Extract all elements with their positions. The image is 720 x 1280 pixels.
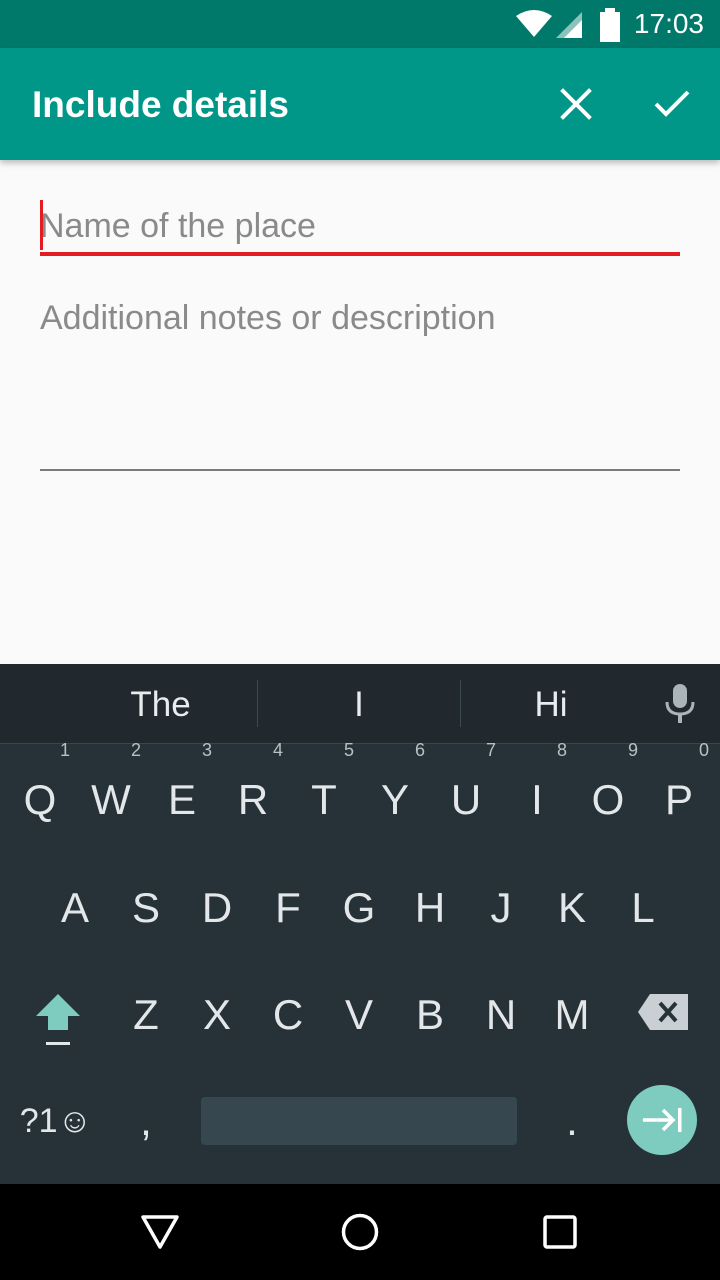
- close-button[interactable]: [548, 76, 604, 132]
- key-g[interactable]: G: [327, 884, 391, 932]
- key-o[interactable]: O: [576, 776, 640, 824]
- battery-icon: [600, 8, 620, 42]
- wifi-icon: [516, 10, 552, 37]
- enter-icon: [643, 1108, 682, 1132]
- details-form: Name of the place Additional notes or de…: [0, 160, 720, 664]
- suggestion-2[interactable]: I: [258, 664, 460, 743]
- recents-button[interactable]: [530, 1202, 590, 1262]
- shift-key[interactable]: [22, 984, 94, 1056]
- key-u[interactable]: U: [434, 776, 498, 824]
- place-name-placeholder: Name of the place: [40, 207, 316, 245]
- home-icon: [341, 1213, 379, 1251]
- notes-underline: [40, 469, 680, 471]
- key-w[interactable]: W: [79, 776, 143, 824]
- key-f[interactable]: F: [256, 884, 320, 932]
- navigation-bar: [0, 1184, 720, 1280]
- mic-icon: [665, 684, 695, 723]
- notes-placeholder: Additional notes or description: [40, 299, 496, 337]
- key-hint-8: 8: [557, 740, 568, 760]
- key-hint-1: 1: [60, 740, 71, 760]
- key-q[interactable]: Q: [8, 776, 72, 824]
- key-h[interactable]: H: [398, 884, 462, 932]
- confirm-button[interactable]: [644, 76, 700, 132]
- key-c[interactable]: C: [256, 991, 320, 1039]
- space-key[interactable]: [201, 1097, 517, 1145]
- key-hint-3: 3: [202, 740, 213, 760]
- backspace-icon: [638, 994, 688, 1030]
- key-z[interactable]: Z: [114, 991, 178, 1039]
- key-n[interactable]: N: [469, 991, 533, 1039]
- key-m[interactable]: M: [540, 991, 604, 1039]
- key-p[interactable]: P: [647, 776, 711, 824]
- check-icon: [654, 90, 690, 117]
- status-time: 17:03: [633, 8, 704, 39]
- key-y[interactable]: Y: [363, 776, 427, 824]
- key-s[interactable]: S: [114, 884, 178, 932]
- period-key[interactable]: .: [540, 1097, 604, 1145]
- recents-icon: [543, 1215, 577, 1249]
- soft-keyboard: The I Hi Q1W2E3R4T5Y6U7I8O9P0 ASDFGHJKL …: [0, 664, 720, 1184]
- text-cursor: [40, 200, 43, 250]
- key-x[interactable]: X: [185, 991, 249, 1039]
- key-hint-9: 9: [628, 740, 639, 760]
- key-hint-0: 0: [699, 740, 710, 760]
- close-icon: [560, 88, 592, 120]
- app-bar: Include details: [0, 48, 720, 160]
- status-bar: 17:03: [0, 0, 720, 48]
- key-b[interactable]: B: [398, 991, 462, 1039]
- key-hint-7: 7: [486, 740, 497, 760]
- key-d[interactable]: D: [185, 884, 249, 932]
- key-e[interactable]: E: [150, 776, 214, 824]
- backspace-key[interactable]: [636, 992, 690, 1032]
- suggestion-1[interactable]: The: [64, 664, 257, 743]
- key-hint-4: 4: [273, 740, 284, 760]
- key-hint-6: 6: [415, 740, 426, 760]
- place-name-underline: [40, 252, 680, 256]
- comma-key[interactable]: ,: [114, 1097, 178, 1145]
- notes-field[interactable]: Additional notes or description: [40, 292, 680, 472]
- key-a[interactable]: A: [43, 884, 107, 932]
- symbols-key[interactable]: ?1☺: [14, 1097, 98, 1145]
- key-v[interactable]: V: [327, 991, 391, 1039]
- key-k[interactable]: K: [540, 884, 604, 932]
- suggestion-3[interactable]: Hi: [461, 664, 641, 743]
- key-i[interactable]: I: [505, 776, 569, 824]
- key-r[interactable]: R: [221, 776, 285, 824]
- back-icon: [141, 1215, 179, 1249]
- page-title: Include details: [32, 84, 290, 125]
- key-hint-2: 2: [131, 740, 142, 760]
- key-j[interactable]: J: [469, 884, 533, 932]
- place-name-field[interactable]: Name of the place: [40, 200, 680, 256]
- enter-key[interactable]: [627, 1085, 697, 1155]
- key-hint-5: 5: [344, 740, 355, 760]
- home-button[interactable]: [330, 1202, 390, 1262]
- back-button[interactable]: [130, 1202, 190, 1262]
- voice-input-button[interactable]: [656, 680, 704, 728]
- suggestion-strip: The I Hi: [0, 664, 720, 744]
- shift-icon: [36, 994, 80, 1045]
- key-t[interactable]: T: [292, 776, 356, 824]
- key-l[interactable]: L: [611, 884, 675, 932]
- cell-signal-icon: [556, 12, 582, 38]
